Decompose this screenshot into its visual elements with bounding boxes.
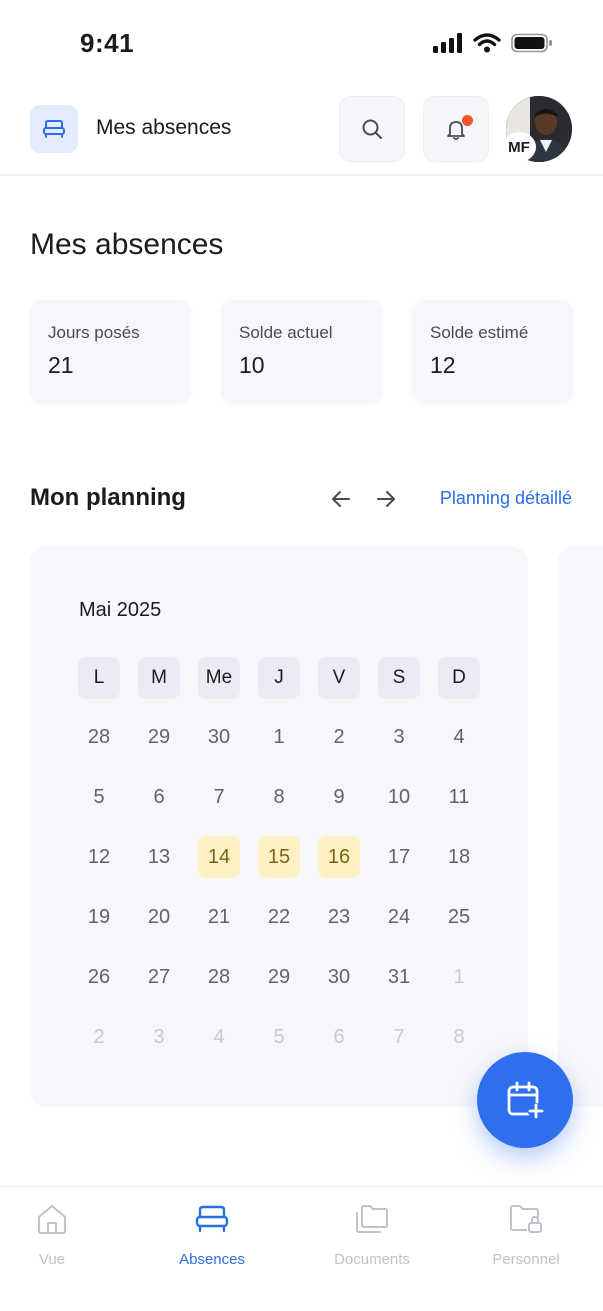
- calendar-day[interactable]: 3: [378, 716, 420, 758]
- calendar-day[interactable]: 3: [138, 1016, 180, 1058]
- folders-icon: [352, 1199, 392, 1239]
- calendar-day[interactable]: 29: [138, 716, 180, 758]
- bed-icon: [192, 1199, 232, 1239]
- nav-item-personnel[interactable]: Personnel: [466, 1199, 586, 1268]
- search-icon: [362, 119, 382, 139]
- arrow-left-icon: [332, 491, 350, 507]
- next-button[interactable]: [373, 486, 399, 512]
- stat-card-jours-poses: Jours posés 21: [30, 300, 191, 403]
- weekday-header: J: [258, 657, 300, 699]
- previous-button[interactable]: [328, 486, 354, 512]
- notification-dot: [462, 115, 473, 126]
- weekday-header: D: [438, 657, 480, 699]
- calendar-day[interactable]: 13: [138, 836, 180, 878]
- calendar-day[interactable]: 21: [198, 896, 240, 938]
- calendar-day[interactable]: 23: [318, 896, 360, 938]
- nav-label: Personnel: [492, 1251, 560, 1268]
- calendar-day[interactable]: 2: [78, 1016, 120, 1058]
- calendar-day[interactable]: 4: [438, 716, 480, 758]
- weekday-header: Me: [198, 657, 240, 699]
- calendar-day[interactable]: 25: [438, 896, 480, 938]
- stat-label: Solde estimé: [430, 323, 529, 342]
- stat-value: 12: [430, 352, 456, 378]
- calendar-day[interactable]: 11: [438, 776, 480, 818]
- calendar-day[interactable]: 15: [258, 836, 300, 878]
- calendar-day[interactable]: 20: [138, 896, 180, 938]
- calendar-day[interactable]: 6: [138, 776, 180, 818]
- bed-icon: [43, 120, 65, 138]
- calendar-day[interactable]: 8: [438, 1016, 480, 1058]
- page-title: Mes absences: [30, 228, 224, 261]
- calendar-day[interactable]: 27: [138, 956, 180, 998]
- calendar-day[interactable]: 28: [78, 716, 120, 758]
- app-logo: [30, 105, 78, 153]
- calendar-day[interactable]: 18: [438, 836, 480, 878]
- nav-item-vue[interactable]: Vue: [0, 1199, 112, 1268]
- calendar-day[interactable]: 5: [78, 776, 120, 818]
- calendar-day[interactable]: 7: [378, 1016, 420, 1058]
- stat-label: Jours posés: [48, 323, 140, 342]
- status-icons: [433, 33, 553, 53]
- calendar-day[interactable]: 22: [258, 896, 300, 938]
- calendar-day[interactable]: 28: [198, 956, 240, 998]
- stat-card-solde-actuel: Solde actuel 10: [221, 300, 382, 403]
- calendar-card: Mai 2025 L M Me J V S D 28 29 30 1 2 3 4 5 6 7 8 9 10 11 12 13…: [30, 547, 528, 1107]
- calendar-day[interactable]: 4: [198, 1016, 240, 1058]
- weekday-header: L: [78, 657, 120, 699]
- home-icon: [32, 1199, 72, 1239]
- calendar-day[interactable]: 19: [78, 896, 120, 938]
- wifi-icon: [473, 33, 501, 53]
- status-bar: 9:41: [0, 0, 603, 90]
- calendar-day[interactable]: 30: [318, 956, 360, 998]
- calendar-day[interactable]: 24: [378, 896, 420, 938]
- calendar-day[interactable]: 30: [198, 716, 240, 758]
- notifications-button[interactable]: [423, 96, 489, 162]
- calendar-day[interactable]: 1: [438, 956, 480, 998]
- stat-value: 10: [239, 352, 265, 378]
- weekday-header: V: [318, 657, 360, 699]
- calendar-day[interactable]: 29: [258, 956, 300, 998]
- nav-label: Vue: [38, 1251, 66, 1268]
- header-title: Mes absences: [96, 116, 232, 139]
- calendar-day[interactable]: 6: [318, 1016, 360, 1058]
- planning-detail-link[interactable]: Planning détaillé: [440, 488, 572, 509]
- nav-item-documents[interactable]: Documents: [312, 1199, 432, 1268]
- nav-label: Documents: [334, 1251, 410, 1268]
- calendar-day[interactable]: 7: [198, 776, 240, 818]
- calendar-day[interactable]: 10: [378, 776, 420, 818]
- nav-item-absences[interactable]: Absences: [152, 1199, 272, 1268]
- arrow-right-icon: [377, 491, 395, 507]
- nav-label: Absences: [179, 1251, 245, 1268]
- next-calendar-card[interactable]: [558, 547, 603, 1107]
- calendar-day[interactable]: 17: [378, 836, 420, 878]
- calendar-day[interactable]: 2: [318, 716, 360, 758]
- calendar-day[interactable]: 16: [318, 836, 360, 878]
- signal-icon: [433, 33, 462, 53]
- calendar-day[interactable]: 1: [258, 716, 300, 758]
- avatar-initials: MF: [502, 132, 536, 162]
- bottom-nav: Vue Absences Documents Personnel: [0, 1186, 603, 1311]
- calendar-day[interactable]: 8: [258, 776, 300, 818]
- add-absence-button[interactable]: [477, 1052, 573, 1148]
- calendar-day[interactable]: 9: [318, 776, 360, 818]
- stat-label: Solde actuel: [239, 323, 333, 342]
- stat-card-solde-estime: Solde estimé 12: [412, 300, 573, 403]
- calendar-day[interactable]: 14: [198, 836, 240, 878]
- calendar-day[interactable]: 12: [78, 836, 120, 878]
- weekday-header: S: [378, 657, 420, 699]
- calendar-day[interactable]: 26: [78, 956, 120, 998]
- stat-value: 21: [48, 352, 74, 378]
- folder-lock-icon: [506, 1199, 546, 1239]
- calendar-day[interactable]: 5: [258, 1016, 300, 1058]
- search-button[interactable]: [339, 96, 405, 162]
- battery-icon: [511, 33, 552, 53]
- planning-title: Mon planning: [30, 484, 186, 511]
- status-time: 9:41: [80, 28, 135, 58]
- app-header: Mes absences MF: [0, 90, 603, 176]
- weekday-header: M: [138, 657, 180, 699]
- calendar-add-icon: [507, 1081, 544, 1119]
- calendar-day[interactable]: 31: [378, 956, 420, 998]
- month-label: Mai 2025: [79, 599, 162, 621]
